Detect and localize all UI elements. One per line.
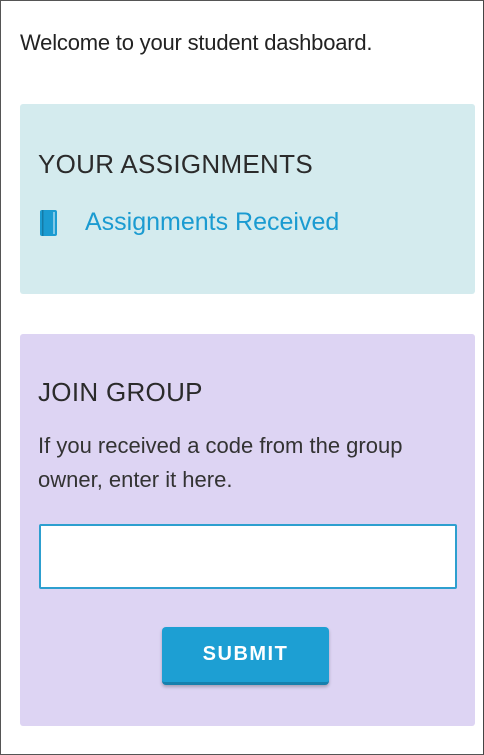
join-group-description: If you received a code from the group ow… [38, 433, 403, 492]
assignments-received-label: Assignments Received [85, 208, 340, 236]
book-icon [40, 209, 57, 236]
welcome-message: Welcome to your student dashboard. [20, 30, 373, 55]
join-group-title: JOIN GROUP [38, 377, 203, 407]
submit-button[interactable]: SUBMIT [162, 627, 329, 685]
dashboard-frame: Welcome to your student dashboard. YOUR … [0, 0, 484, 755]
assignments-received-link[interactable]: Assignments Received [40, 208, 339, 237]
join-group-card: JOIN GROUP If you received a code from t… [20, 334, 475, 726]
assignments-card-title: YOUR ASSIGNMENTS [38, 149, 313, 179]
group-code-input[interactable] [39, 524, 457, 589]
assignments-card: YOUR ASSIGNMENTS Assignments Received [20, 104, 475, 294]
